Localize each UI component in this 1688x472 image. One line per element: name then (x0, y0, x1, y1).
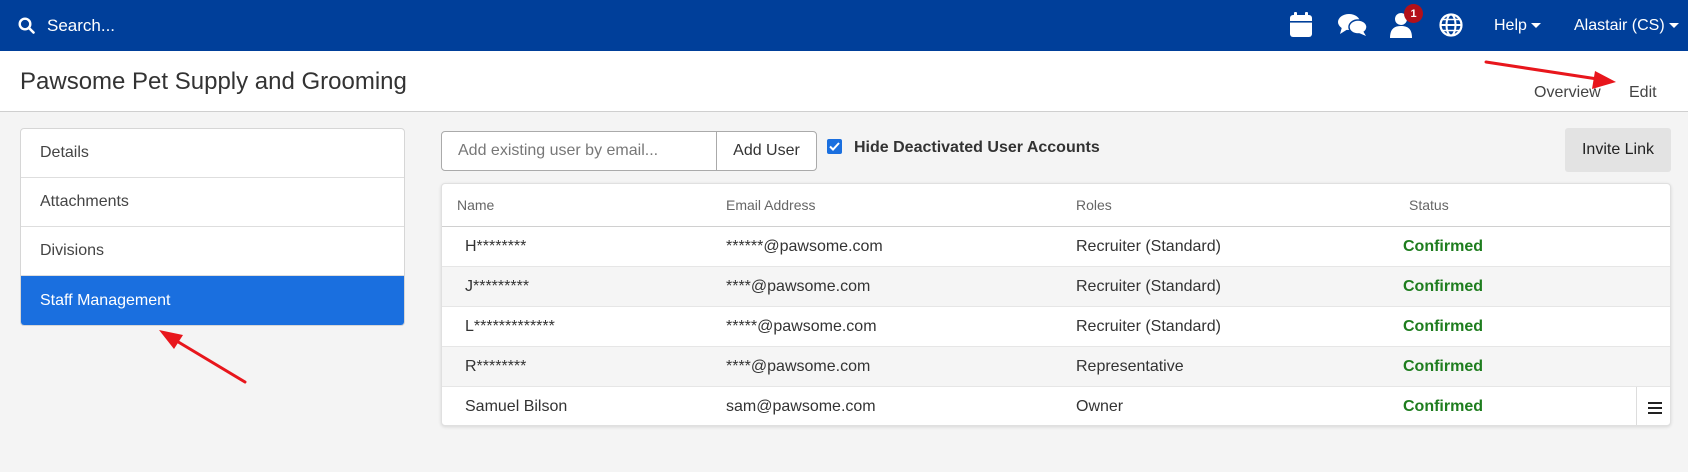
cell-email: ****@pawsome.com (726, 278, 871, 295)
cell-status: Confirmed (1403, 238, 1483, 255)
sidebar-nav: Details Attachments Divisions Staff Mana… (20, 128, 405, 326)
cell-name: R******** (465, 358, 527, 375)
table-header-row: Name Email Address Roles Status (442, 184, 1670, 227)
user-menu-label: Alastair (CS) (1574, 16, 1665, 34)
help-menu[interactable]: Help (1494, 0, 1541, 51)
sidebar-item-attachments[interactable]: Attachments (21, 178, 404, 227)
cell-status: Confirmed (1403, 398, 1483, 415)
search-icon (18, 17, 35, 34)
cell-name: Samuel Bilson (465, 398, 568, 415)
cell-role: Representative (1076, 358, 1184, 375)
help-menu-label: Help (1494, 16, 1527, 34)
cell-email: ****@pawsome.com (726, 358, 871, 375)
cell-status: Confirmed (1403, 358, 1483, 375)
cell-name: H******** (465, 238, 527, 255)
page-header: Pawsome Pet Supply and Grooming Overview… (0, 51, 1688, 112)
chevron-down-icon (1530, 23, 1541, 28)
column-header-name[interactable]: Name (457, 197, 494, 213)
table-row[interactable]: H******** ******@pawsome.com Recruiter (… (442, 227, 1670, 267)
user-menu[interactable]: Alastair (CS) (1574, 0, 1679, 51)
cell-role: Recruiter (Standard) (1076, 278, 1221, 295)
notification-badge: 1 (1404, 4, 1423, 23)
cell-status: Confirmed (1403, 318, 1483, 335)
page-title: Pawsome Pet Supply and Grooming (20, 68, 407, 95)
column-header-status[interactable]: Status (1409, 197, 1449, 213)
user-icon[interactable]: 1 (1386, 4, 1423, 40)
table-row[interactable]: Samuel Bilson sam@pawsome.com Owner Conf… (442, 387, 1670, 425)
checkmark-icon (829, 142, 840, 151)
column-header-email[interactable]: Email Address (726, 197, 815, 213)
cell-role: Recruiter (Standard) (1076, 238, 1221, 255)
chat-icon[interactable] (1338, 10, 1368, 40)
sidebar-item-divisions[interactable]: Divisions (21, 227, 404, 276)
add-user-button[interactable]: Add User (716, 131, 817, 171)
hamburger-menu-icon (1647, 401, 1662, 414)
invite-link-button[interactable]: Invite Link (1565, 128, 1671, 172)
cell-email: ******@pawsome.com (726, 238, 883, 255)
hide-deactivated-checkbox[interactable] (827, 139, 842, 154)
cell-status: Confirmed (1403, 278, 1483, 295)
cell-email: *****@pawsome.com (726, 318, 877, 335)
cell-role: Owner (1076, 398, 1124, 415)
cell-email: sam@pawsome.com (726, 398, 876, 415)
column-header-roles[interactable]: Roles (1076, 197, 1112, 213)
hide-deactivated-label[interactable]: Hide Deactivated User Accounts (854, 139, 1100, 157)
row-actions-menu[interactable] (1636, 387, 1670, 425)
annotation-arrow-to-staff-management (159, 330, 247, 384)
cell-role: Recruiter (Standard) (1076, 318, 1221, 335)
edit-link[interactable]: Edit (1629, 84, 1657, 102)
add-user-email-input[interactable] (441, 131, 717, 171)
table-row[interactable]: J********* ****@pawsome.com Recruiter (S… (442, 267, 1670, 307)
calendar-icon[interactable] (1286, 10, 1316, 40)
search-placeholder[interactable]: Search... (47, 16, 115, 36)
globe-icon[interactable] (1436, 10, 1466, 40)
table-row[interactable]: L************* *****@pawsome.com Recruit… (442, 307, 1670, 347)
global-search[interactable]: Search... (18, 0, 115, 51)
cell-name: L************* (465, 318, 555, 335)
sidebar-item-details[interactable]: Details (21, 129, 404, 178)
table-row[interactable]: R******** ****@pawsome.com Representativ… (442, 347, 1670, 387)
overview-link[interactable]: Overview (1534, 84, 1601, 102)
staff-table: Name Email Address Roles Status H*******… (441, 183, 1671, 426)
sidebar-item-staff-management[interactable]: Staff Management (21, 276, 404, 325)
chevron-down-icon (1668, 23, 1679, 28)
top-navigation-bar: Search... 1 Help Alastair (CS) (0, 0, 1688, 51)
cell-name: J********* (465, 278, 530, 295)
